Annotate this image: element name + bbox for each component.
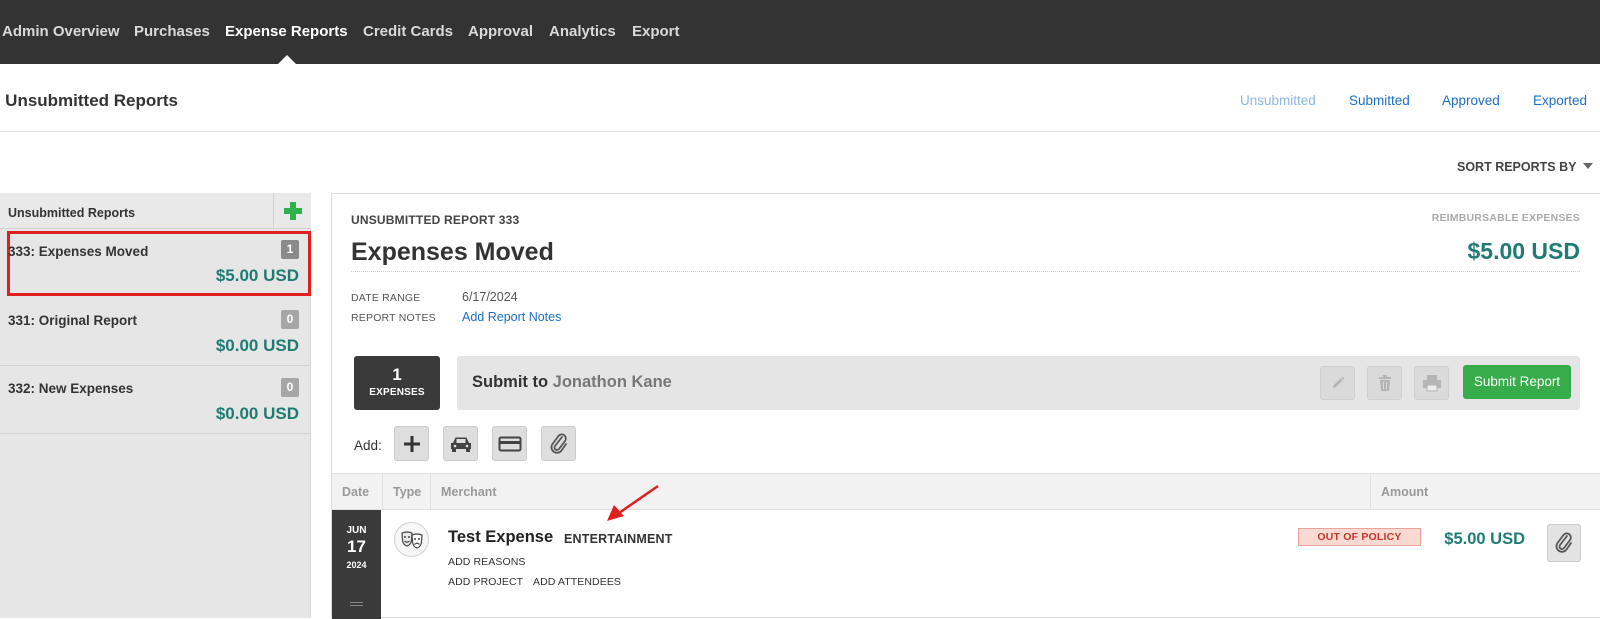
expense-count-box: 1 EXPENSES	[354, 356, 440, 410]
report-amount: $5.00 USD	[215, 266, 299, 285]
paperclip-icon	[1555, 532, 1572, 553]
chevron-down-icon	[1583, 163, 1594, 169]
sort-label: SORT REPORTS BY	[1457, 160, 1577, 174]
filter-exported[interactable]: Exported	[1533, 93, 1587, 108]
report-id-label: UNSUBMITTED REPORT 333	[351, 213, 520, 227]
approver-name[interactable]: Jonathon Kane	[553, 373, 672, 391]
add-credit-card-button[interactable]	[492, 426, 527, 461]
reimbursable-label: REIMBURSABLE EXPENSES	[1431, 212, 1580, 224]
expense-day: 17	[347, 537, 366, 556]
expense-category[interactable]: ENTERTAINMENT	[564, 532, 673, 546]
edit-button[interactable]	[1320, 366, 1355, 400]
report-title[interactable]: Expenses Moved	[351, 238, 554, 267]
print-button[interactable]	[1414, 366, 1449, 400]
car-icon	[450, 437, 471, 452]
column-merchant[interactable]: Merchant	[431, 474, 1371, 510]
column-type[interactable]: Type	[383, 474, 431, 510]
trash-icon	[1378, 375, 1391, 391]
sub-header: 3 Unsubmitted Reports Unsubmitted Submit…	[0, 64, 1600, 132]
expense-row[interactable]: JUN 17 2024 Test Expense ENTERTAINMENT A…	[332, 510, 1600, 619]
merchant-name[interactable]: Test Expense	[448, 528, 553, 547]
filter-approved[interactable]: Approved	[1442, 93, 1500, 108]
expense-table-header: Date Type Merchant Amount	[332, 473, 1600, 510]
add-report-button[interactable]	[273, 193, 311, 229]
nav-admin-overview[interactable]: Admin Overview	[2, 23, 120, 40]
expense-count-label: EXPENSES	[369, 387, 425, 398]
add-mileage-button[interactable]	[443, 426, 478, 461]
plus-icon	[403, 435, 420, 452]
report-item-332[interactable]: 332: New Expenses 0 $0.00 USD	[0, 366, 311, 434]
add-label: Add:	[354, 438, 382, 453]
report-item-331[interactable]: 331: Original Report 0 $0.00 USD	[0, 298, 311, 366]
drag-handle-icon[interactable]	[350, 602, 363, 606]
add-project-link[interactable]: ADD PROJECT	[448, 576, 523, 588]
reports-sidebar: Unsubmitted Reports 333: Expenses Moved …	[0, 193, 311, 618]
report-name: 331: Original Report	[8, 313, 138, 328]
add-attachment-button[interactable]	[541, 426, 576, 461]
submit-report-button[interactable]: Submit Report	[1463, 365, 1571, 399]
theater-masks-icon	[394, 522, 429, 557]
report-name: 332: New Expenses	[8, 381, 134, 396]
sort-reports-dropdown[interactable]: SORT REPORTS BY	[1457, 160, 1594, 174]
expense-month: JUN	[346, 525, 367, 536]
pencil-icon	[1332, 376, 1344, 388]
expense-count-badge: 1	[281, 240, 299, 259]
active-nav-indicator	[278, 55, 296, 64]
expense-date: JUN 17 2024	[332, 510, 381, 619]
expense-amount: $5.00 USD	[1444, 530, 1525, 548]
submit-prefix: Submit to	[472, 373, 549, 391]
report-notes-label: REPORT NOTES	[351, 312, 436, 324]
filter-submitted[interactable]: Submitted	[1349, 93, 1410, 108]
report-name: 333: Expenses Moved	[8, 244, 149, 259]
report-total-amount: $5.00 USD	[1467, 238, 1580, 264]
nav-export[interactable]: Export	[632, 23, 680, 40]
expense-count: 1	[392, 365, 402, 384]
report-amount: $0.00 USD	[215, 336, 299, 355]
page-title: 3 Unsubmitted Reports	[0, 91, 179, 110]
nav-approval[interactable]: Approval	[468, 23, 533, 40]
date-range-label: DATE RANGE	[351, 292, 421, 304]
attach-receipt-button[interactable]	[1547, 524, 1581, 562]
delete-button[interactable]	[1367, 366, 1402, 400]
add-report-notes-link[interactable]: Add Report Notes	[462, 310, 561, 324]
expense-year: 2024	[346, 560, 367, 570]
add-expense-button[interactable]	[394, 426, 429, 461]
column-amount[interactable]: Amount	[1371, 474, 1600, 510]
column-date[interactable]: Date	[332, 474, 383, 510]
divider	[351, 271, 1580, 272]
nav-purchases[interactable]: Purchases	[134, 23, 210, 40]
nav-credit-cards[interactable]: Credit Cards	[363, 23, 453, 40]
nav-analytics[interactable]: Analytics	[549, 23, 616, 40]
submit-to-text: Submit to Jonathon Kane	[472, 373, 672, 392]
expense-count-badge: 0	[281, 378, 299, 397]
paperclip-icon	[550, 433, 567, 454]
nav-expense-reports[interactable]: Expense Reports	[225, 23, 348, 40]
add-reasons-link[interactable]: ADD REASONS	[448, 556, 526, 568]
annotation-arrow-icon	[607, 484, 659, 521]
plus-icon	[283, 202, 302, 220]
sidebar-header: Unsubmitted Reports	[0, 193, 311, 229]
add-attendees-link[interactable]: ADD ATTENDEES	[533, 576, 621, 588]
report-item-333[interactable]: 333: Expenses Moved 1 $5.00 USD	[7, 231, 311, 296]
submit-bar: Submit to Jonathon Kane Submit Report	[457, 356, 1580, 410]
sidebar-title: Unsubmitted Reports	[8, 206, 136, 220]
printer-icon	[1422, 375, 1441, 392]
report-detail-panel: UNSUBMITTED REPORT 333 REIMBURSABLE EXPE…	[331, 193, 1600, 619]
expense-count-badge: 0	[281, 310, 299, 329]
report-amount: $0.00 USD	[215, 404, 299, 423]
out-of-policy-badge[interactable]: OUT OF POLICY	[1298, 528, 1421, 546]
filter-unsubmitted[interactable]: Unsubmitted	[1240, 93, 1316, 108]
top-nav: Admin Overview Purchases Expense Reports…	[0, 0, 1600, 64]
date-range-value: 6/17/2024	[462, 290, 518, 304]
credit-card-icon	[498, 436, 521, 451]
